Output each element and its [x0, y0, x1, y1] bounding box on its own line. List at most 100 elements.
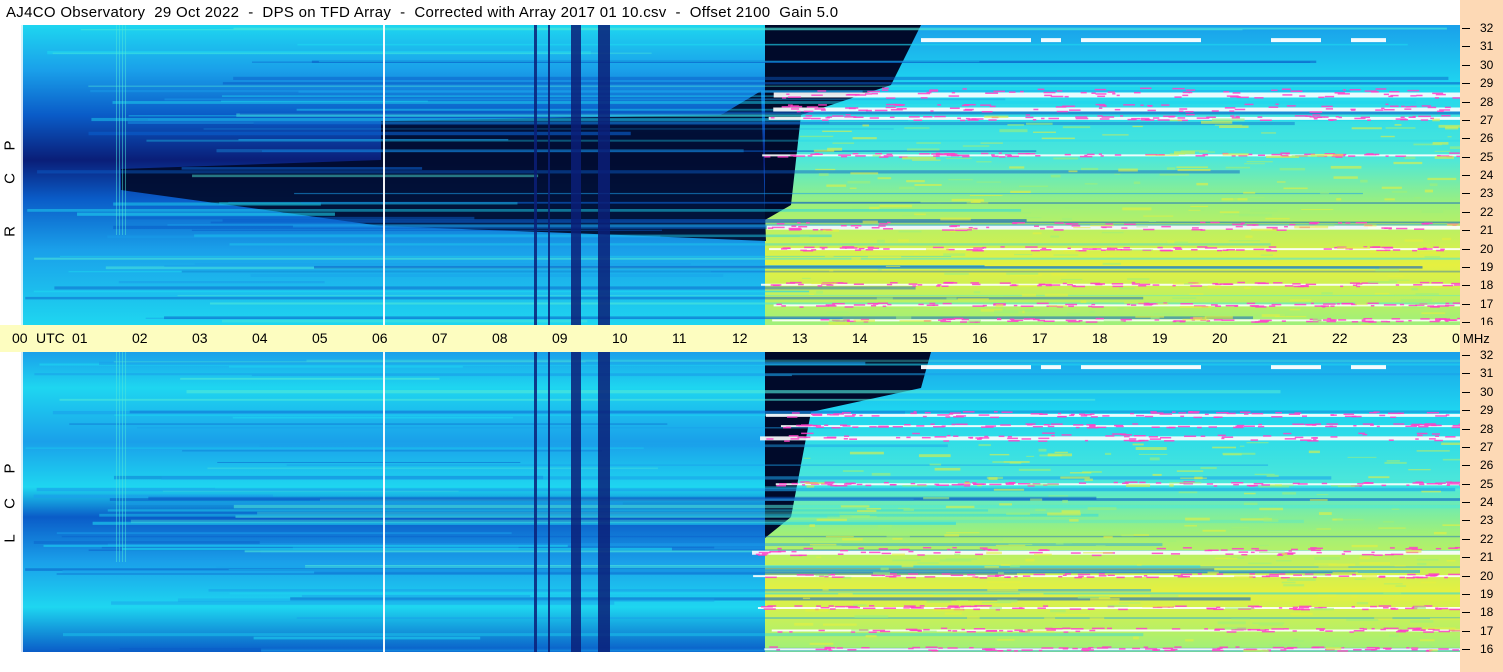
lcp-letter-l: L — [1, 534, 19, 543]
emission-speckle — [1383, 583, 1403, 585]
magenta-speckle — [1075, 117, 1089, 120]
magenta-speckle — [1177, 425, 1190, 428]
magenta-speckle — [1445, 436, 1456, 438]
magenta-speckle — [858, 109, 868, 112]
magenta-speckle — [781, 97, 787, 99]
emission-speckle — [1202, 529, 1226, 532]
emission-speckle — [1251, 228, 1278, 231]
emission-speckle — [917, 562, 939, 564]
emission-speckle — [1369, 250, 1389, 254]
magenta-speckle — [1406, 577, 1415, 579]
magenta-speckle — [1006, 649, 1012, 652]
magenta-speckle — [1243, 413, 1249, 415]
magenta-speckle — [1283, 628, 1289, 630]
magenta-speckle — [761, 553, 769, 555]
magenta-speckle — [1226, 412, 1236, 415]
frequency-tick-mark — [1462, 630, 1470, 632]
magenta-speckle — [1292, 283, 1301, 285]
emission-speckle — [847, 180, 871, 184]
magenta-speckle — [1351, 321, 1359, 323]
magenta-speckle — [1289, 223, 1296, 226]
emission-speckle — [1416, 558, 1439, 561]
interference-line — [77, 212, 335, 216]
magenta-speckle — [1063, 631, 1069, 633]
emission-speckle — [1121, 533, 1134, 537]
magenta-speckle — [1342, 89, 1346, 91]
interference-line — [115, 501, 623, 506]
emission-speckle — [1442, 458, 1460, 461]
emission-speckle — [804, 482, 825, 485]
band-31mhz-segment — [1081, 38, 1201, 43]
magenta-speckle — [1271, 303, 1282, 306]
magenta-speckle — [917, 284, 923, 286]
frequency-tick-mark — [1462, 64, 1470, 66]
magenta-speckle — [1437, 305, 1449, 307]
magenta-speckle — [869, 551, 881, 554]
magenta-speckle — [934, 115, 946, 118]
emission-speckle — [1044, 293, 1068, 297]
magenta-speckle — [1309, 111, 1323, 113]
magenta-speckle — [889, 116, 895, 119]
magenta-speckle — [917, 554, 925, 556]
magenta-speckle — [1006, 576, 1011, 578]
magenta-speckle — [1381, 107, 1385, 110]
emission-speckle — [1055, 542, 1064, 545]
magenta-speckle — [961, 318, 970, 321]
magenta-speckle — [1349, 88, 1361, 91]
emission-speckle — [1287, 578, 1316, 581]
magenta-speckle — [789, 631, 793, 633]
emission-speckle — [877, 268, 882, 271]
magenta-speckle — [845, 114, 851, 116]
magenta-speckle — [852, 426, 859, 428]
magenta-speckle — [1386, 320, 1391, 323]
magenta-speckle — [1012, 222, 1018, 225]
emission-speckle — [1314, 563, 1337, 565]
magenta-speckle — [791, 482, 798, 485]
emission-speckle — [877, 239, 885, 243]
magenta-speckle — [881, 552, 892, 555]
magenta-speckle — [1174, 96, 1182, 98]
emission-speckle — [876, 297, 893, 300]
emission-speckle — [1184, 525, 1198, 527]
magenta-speckle — [764, 156, 771, 158]
frequency-tick-mark — [1462, 520, 1470, 522]
emission-speckle — [976, 161, 992, 163]
emission-speckle — [1083, 552, 1113, 554]
magenta-speckle — [1421, 223, 1430, 225]
emission-speckle — [902, 156, 936, 160]
emission-speckle — [794, 622, 814, 626]
interference-line — [80, 28, 1243, 31]
frequency-tick-mark — [1462, 248, 1470, 250]
emission-speckle — [1442, 524, 1460, 527]
magenta-speckle — [1348, 155, 1356, 157]
emission-speckle — [1434, 150, 1451, 152]
magenta-speckle — [1067, 247, 1071, 250]
magenta-speckle — [1362, 608, 1369, 611]
emission-speckle — [1150, 595, 1179, 597]
magenta-speckle — [1364, 90, 1377, 92]
interference-line — [167, 559, 468, 562]
magenta-speckle — [980, 104, 992, 106]
magenta-speckle — [1215, 305, 1222, 307]
strong-interference-band — [753, 575, 1460, 578]
emission-speckle — [867, 256, 902, 259]
emission-speckle — [945, 505, 975, 509]
magenta-speckle — [1449, 608, 1460, 611]
emission-speckle — [1302, 574, 1328, 576]
magenta-speckle — [1353, 425, 1357, 427]
magenta-speckle — [1437, 110, 1444, 113]
magenta-speckle — [1400, 116, 1405, 118]
magenta-speckle — [1191, 249, 1198, 251]
magenta-speckle — [1115, 425, 1124, 428]
emission-speckle — [1228, 240, 1261, 242]
emission-speckle — [1381, 186, 1402, 189]
emission-speckle — [866, 507, 882, 510]
magenta-speckle — [1247, 605, 1260, 608]
magenta-speckle — [996, 318, 1002, 321]
magenta-speckle — [821, 109, 826, 111]
magenta-speckle — [1284, 285, 1294, 287]
magenta-speckle — [1077, 573, 1091, 576]
emission-speckle — [1374, 292, 1390, 295]
magenta-speckle — [1213, 485, 1218, 487]
emission-speckle — [1098, 597, 1111, 600]
